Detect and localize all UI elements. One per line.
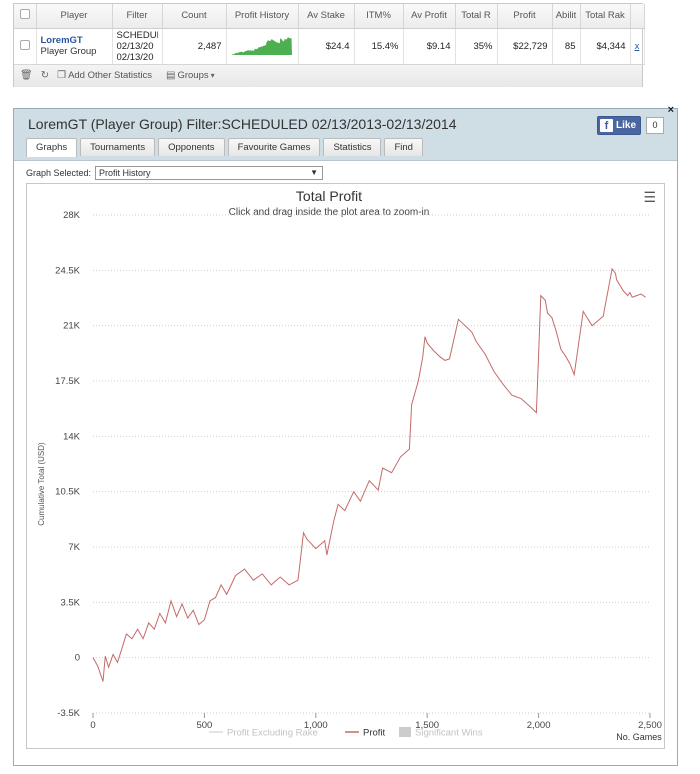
chart-container[interactable]: ☰ Total Profit Click and drag inside the… xyxy=(26,183,665,749)
y-tick-label: 0 xyxy=(75,653,80,664)
y-tick-label: 21K xyxy=(63,321,81,332)
groups-icon: ▤ xyxy=(166,70,176,81)
filter-line: 02/13/20 xyxy=(116,51,154,63)
col-header-blank xyxy=(630,4,645,29)
tab-opponents[interactable]: Opponents xyxy=(158,138,225,156)
graph-selected-label: Graph Selected: xyxy=(26,168,92,178)
legend-label: Significant Wins xyxy=(415,728,483,739)
col-header-av-profit[interactable]: Av Profit xyxy=(403,4,456,29)
x-tick-label: 2,500 xyxy=(638,720,662,731)
y-tick-label: 24.5K xyxy=(55,265,80,276)
col-header-total-r[interactable]: Total R xyxy=(455,4,498,29)
filter-cell: SCHEDUL 02/13/20 02/13/20 xyxy=(112,28,163,65)
legend-item-profit[interactable]: Profit xyxy=(345,728,386,739)
profit-cell: $22,729 xyxy=(497,28,553,65)
refresh-icon[interactable]: ↻ xyxy=(41,70,49,81)
filter-line: 02/13/20 xyxy=(116,40,154,52)
legend-swatch xyxy=(399,727,411,737)
row-checkbox[interactable] xyxy=(19,39,30,50)
tab-find[interactable]: Find xyxy=(384,138,423,156)
y-tick-label: 3.5K xyxy=(60,597,80,608)
col-header-profit[interactable]: Profit xyxy=(497,4,553,29)
col-header-ability[interactable]: Abilit xyxy=(552,4,581,29)
select-all-header[interactable] xyxy=(14,4,37,29)
count-cell: 2,487 xyxy=(162,28,227,65)
graph-select-dropdown[interactable]: Profit History ▼ xyxy=(95,166,324,180)
y-tick-label: 14K xyxy=(63,431,81,442)
add-stats-icon[interactable]: ❐ xyxy=(57,70,66,81)
row-checkbox-cell[interactable] xyxy=(14,28,37,65)
add-other-statistics-button[interactable]: Add Other Statistics xyxy=(68,70,152,81)
graph-window: LoremGT (Player Group) Filter:SCHEDULED … xyxy=(13,104,678,766)
chart-subtitle: Click and drag inside the plot area to z… xyxy=(229,207,430,218)
close-icon[interactable]: × xyxy=(668,104,674,116)
profit-chart[interactable]: Total Profit Click and drag inside the p… xyxy=(27,184,664,748)
tab-bar: Graphs Tournaments Opponents Favourite G… xyxy=(26,138,423,157)
col-header-profit-history[interactable]: Profit History xyxy=(226,4,299,29)
av-profit-cell: $9.14 xyxy=(403,28,456,65)
tab-graphs[interactable]: Graphs xyxy=(26,138,78,157)
profit-series-line xyxy=(92,267,646,682)
groups-dropdown[interactable]: Groups xyxy=(177,70,208,81)
col-header-player[interactable]: Player xyxy=(36,4,113,29)
trash-icon[interactable]: 🗑︎ xyxy=(20,70,33,81)
remove-row-button[interactable]: x xyxy=(630,28,645,65)
player-type: Player Group xyxy=(40,46,97,57)
profit-sparkline-cell xyxy=(226,28,299,65)
legend-item-significant-wins[interactable]: Significant Wins xyxy=(399,727,483,739)
chart-legend: Profit Excluding Rake Profit Significant W… xyxy=(209,727,483,739)
profit-sparkline xyxy=(232,36,292,55)
x-tick-label: 0 xyxy=(90,720,95,731)
like-label: Like xyxy=(616,120,637,131)
chart-title: Total Profit xyxy=(296,188,362,204)
y-tick-label: 28K xyxy=(63,210,81,221)
itm-cell: 15.4% xyxy=(354,28,404,65)
tab-statistics[interactable]: Statistics xyxy=(323,138,382,156)
av-stake-cell: $24.4 xyxy=(298,28,355,65)
y-tick-label: 10.5K xyxy=(55,487,80,498)
col-header-av-stake[interactable]: Av Stake xyxy=(298,4,355,29)
chart-menu-icon[interactable]: ☰ xyxy=(643,189,656,206)
legend-label: Profit xyxy=(363,728,386,739)
col-header-itm[interactable]: ITM% xyxy=(354,4,404,29)
col-header-count[interactable]: Count xyxy=(162,4,227,29)
y-tick-label: 7K xyxy=(68,542,80,553)
player-name-link[interactable]: LoremGT xyxy=(41,35,108,46)
player-cell: LoremGT Player Group xyxy=(36,28,113,65)
facebook-like-button[interactable]: f Like xyxy=(597,116,641,135)
x-tick-label: 2,000 xyxy=(527,720,551,731)
facebook-icon: f xyxy=(600,119,613,132)
graph-select-value: Profit History xyxy=(99,168,151,178)
table-row[interactable]: LoremGT Player Group SCHEDUL 02/13/20 02… xyxy=(14,28,645,65)
stats-table-panel: Player Filter Count Profit History Av St… xyxy=(13,3,645,87)
total-rake-cell: $4,344 xyxy=(580,28,631,65)
tab-tournaments[interactable]: Tournaments xyxy=(80,138,156,156)
x-axis-label: No. Games xyxy=(616,732,662,742)
col-header-total-rake[interactable]: Total Rak xyxy=(580,4,631,29)
window-header: LoremGT (Player Group) Filter:SCHEDULED … xyxy=(14,109,677,161)
y-tick-label: -3.5K xyxy=(57,708,80,719)
filter-line: SCHEDUL xyxy=(116,29,158,41)
select-all-checkbox[interactable] xyxy=(19,9,30,20)
stats-table: Player Filter Count Profit History Av St… xyxy=(14,4,645,65)
like-count: 0 xyxy=(646,117,664,134)
ability-cell: 85 xyxy=(552,28,581,65)
y-axis-label: Cumulative Total (USD) xyxy=(37,442,46,526)
legend-item-profit-excluding-rake[interactable]: Profit Excluding Rake xyxy=(209,728,318,739)
col-header-filter[interactable]: Filter xyxy=(112,4,163,29)
legend-label: Profit Excluding Rake xyxy=(227,728,318,739)
dropdown-arrow-icon: ▼ xyxy=(310,168,319,177)
y-tick-label: 17.5K xyxy=(55,376,80,387)
stats-toolbar: 🗑︎ ↻ ❐ Add Other Statistics ▤ Groups ▾ xyxy=(14,64,642,87)
chevron-down-icon[interactable]: ▾ xyxy=(211,71,215,80)
x-tick-label: 500 xyxy=(196,720,212,731)
sparkline-area xyxy=(232,36,292,55)
graph-select-row: Graph Selected: Profit History ▼ xyxy=(26,166,324,180)
total-r-cell: 35% xyxy=(455,28,498,65)
window-title: LoremGT (Player Group) Filter:SCHEDULED … xyxy=(28,116,457,132)
tab-favourite-games[interactable]: Favourite Games xyxy=(227,138,321,156)
